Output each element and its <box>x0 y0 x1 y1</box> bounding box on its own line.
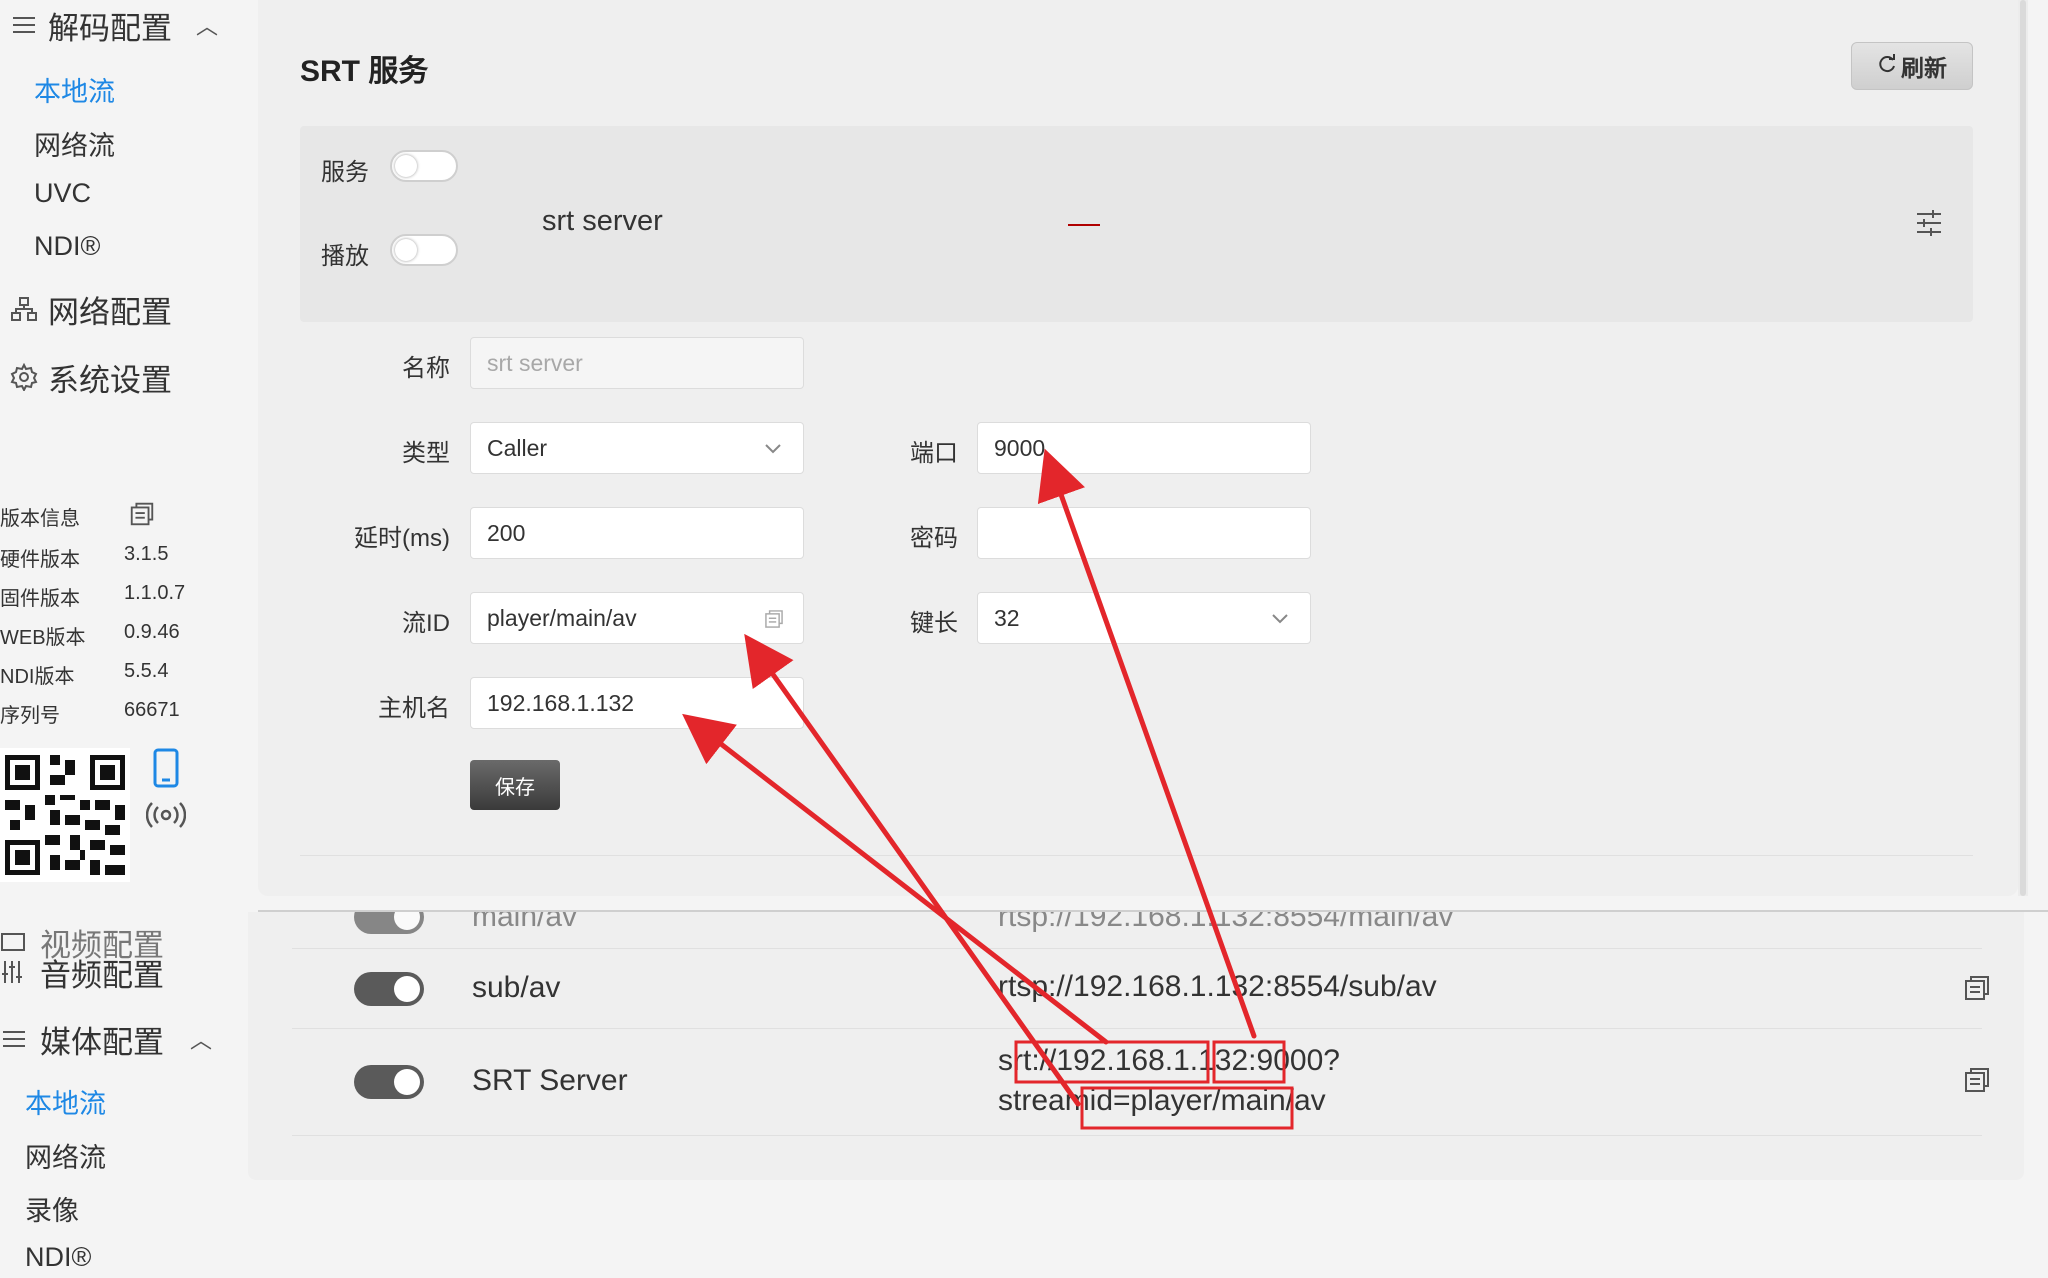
scrollbar[interactable] <box>2018 0 2028 896</box>
keylen-label: 键长 <box>910 610 958 637</box>
service-toggle[interactable] <box>390 150 458 182</box>
port-label: 端口 <box>910 440 958 467</box>
qr-code <box>0 748 130 882</box>
name-field[interactable]: srt server <box>470 337 804 389</box>
stream-name: sub/av <box>472 971 561 1004</box>
sidebar-item-decode-config[interactable]: 解码配置 ︿ <box>0 0 218 50</box>
stream-url-line2: streamid=player/main/av <box>998 1084 1326 1117</box>
background-screenshot: 视频配置 音频配置 媒体配置 ︿ 本地流 网络流 录像 NDI® main/av… <box>0 900 2048 1278</box>
service-label: 服务 <box>321 159 369 186</box>
sidebar-item-network-stream[interactable]: 网络流 <box>34 124 115 163</box>
divider <box>300 855 1973 856</box>
refresh-button[interactable]: 刷新 <box>1851 42 1973 90</box>
password-input[interactable] <box>977 507 1311 559</box>
version-row-serial: 序列号 66671 <box>0 699 180 727</box>
mobile-phone-icon[interactable] <box>152 748 180 793</box>
status-indicator <box>1068 224 1100 226</box>
stream-toggle[interactable] <box>354 972 424 1006</box>
streamid-label: 流ID <box>402 610 450 637</box>
version-info-title: 版本信息 <box>0 502 154 531</box>
table-row: sub/av rtsp://192.168.1.132:8554/sub/av <box>292 949 1989 1029</box>
sidebar-item-label: 系统设置 <box>48 362 172 398</box>
stream-name: SRT Server <box>472 1064 628 1097</box>
latency-label: 延时(ms) <box>354 525 450 552</box>
refresh-label: 刷新 <box>1901 55 1947 81</box>
play-label: 播放 <box>321 243 369 270</box>
sidebar-item-label: 网络配置 <box>48 294 172 330</box>
broadcast-icon[interactable] <box>145 800 187 835</box>
table-row: main/av rtsp://192.168.1.132:8554/main/a… <box>292 900 1982 949</box>
srt-service-panel: SRT 服务 刷新 服务 播放 srt server 名称 srt server… <box>258 0 2018 896</box>
copy-icon[interactable] <box>128 500 156 534</box>
latency-input[interactable]: 200 <box>470 507 804 559</box>
streamid-input[interactable]: player/main/av <box>470 592 804 644</box>
chevron-down-icon <box>763 437 783 464</box>
copy-icon[interactable] <box>1962 973 1992 1008</box>
copy-icon[interactable] <box>763 608 785 636</box>
sidebar-item-uvc[interactable]: UVC <box>34 178 91 209</box>
version-row-firmware: 固件版本 1.1.0.7 <box>0 582 186 610</box>
decode-icon <box>0 11 48 39</box>
host-input[interactable]: 192.168.1.132 <box>470 677 804 729</box>
sidebar-item-ndi[interactable]: NDI® <box>25 1242 91 1273</box>
play-toggle[interactable] <box>390 234 458 266</box>
version-row-hardware: 硬件版本 3.1.5 <box>0 543 169 571</box>
type-value: Caller <box>487 434 548 461</box>
table-row: SRT Server srt://192.168.1.132:9000? str… <box>292 1029 1989 1136</box>
stream-url-line1: srt://192.168.1.132:9000? <box>998 1044 1340 1077</box>
sidebar-item-label: 媒体配置 <box>40 1024 164 1060</box>
service-card: 服务 播放 srt server <box>300 126 1973 322</box>
sidebar-item-recording[interactable]: 录像 <box>25 1189 79 1228</box>
sidebar-item-ndi[interactable]: NDI® <box>34 231 100 262</box>
sidebar-item-label: 解码配置 <box>48 10 172 46</box>
sliders-icon[interactable] <box>1914 208 1944 243</box>
version-row-web: WEB版本 0.9.46 <box>0 621 180 649</box>
sidebar-item-system-settings[interactable]: 系统设置 <box>0 352 172 402</box>
stream-list-panel: main/av rtsp://192.168.1.132:8554/main/a… <box>248 900 2024 1180</box>
sidebar-item-label: 音频配置 <box>40 957 164 993</box>
port-input[interactable]: 9000 <box>977 422 1311 474</box>
top-sidebar: 解码配置 ︿ 本地流 网络流 UVC NDI® 网络配置 系统设置 版本信息 硬… <box>0 0 258 912</box>
sidebar-item-network-config[interactable]: 网络配置 <box>0 284 172 334</box>
gear-icon <box>0 363 48 391</box>
save-button[interactable]: 保存 <box>470 760 560 810</box>
chevron-up-icon[interactable]: ︿ <box>196 9 218 41</box>
sidebar-item-network-stream[interactable]: 网络流 <box>25 1136 106 1175</box>
name-label: 名称 <box>402 355 450 382</box>
stream-url: srt://192.168.1.132:9000? streamid=playe… <box>998 1041 1340 1121</box>
sidebar-item-audio-config[interactable]: 音频配置 <box>0 942 164 1002</box>
sidebar-item-local-stream[interactable]: 本地流 <box>34 70 115 109</box>
network-icon <box>0 295 48 323</box>
page-title: SRT 服务 <box>300 55 429 88</box>
keylen-value: 32 <box>994 604 1020 631</box>
refresh-icon <box>1877 53 1897 80</box>
host-label: 主机名 <box>378 695 450 722</box>
stream-url: rtsp://192.168.1.132:8554/sub/av <box>998 970 1437 1003</box>
password-label: 密码 <box>910 525 958 552</box>
service-name: srt server <box>542 205 663 237</box>
type-label: 类型 <box>402 440 450 467</box>
sidebar-item-media-config[interactable]: 媒体配置 ︿ <box>0 1009 212 1069</box>
sidebar-item-local-stream[interactable]: 本地流 <box>25 1082 106 1121</box>
srt-settings-screenshot: 解码配置 ︿ 本地流 网络流 UVC NDI® 网络配置 系统设置 版本信息 硬… <box>0 0 2048 912</box>
media-icon <box>0 1025 40 1053</box>
type-select[interactable]: Caller <box>470 422 804 474</box>
chevron-up-icon[interactable]: ︿ <box>190 1023 212 1055</box>
streamid-value: player/main/av <box>487 604 637 631</box>
copy-icon[interactable] <box>1962 1065 1992 1100</box>
keylen-select[interactable]: 32 <box>977 592 1311 644</box>
bottom-sidebar: 视频配置 音频配置 媒体配置 ︿ 本地流 网络流 录像 NDI® <box>0 912 248 1278</box>
stream-toggle[interactable] <box>354 1065 424 1099</box>
version-row-ndi: NDI版本 5.5.4 <box>0 660 169 688</box>
equalizer-icon <box>0 958 40 986</box>
chevron-down-icon <box>1270 607 1290 634</box>
